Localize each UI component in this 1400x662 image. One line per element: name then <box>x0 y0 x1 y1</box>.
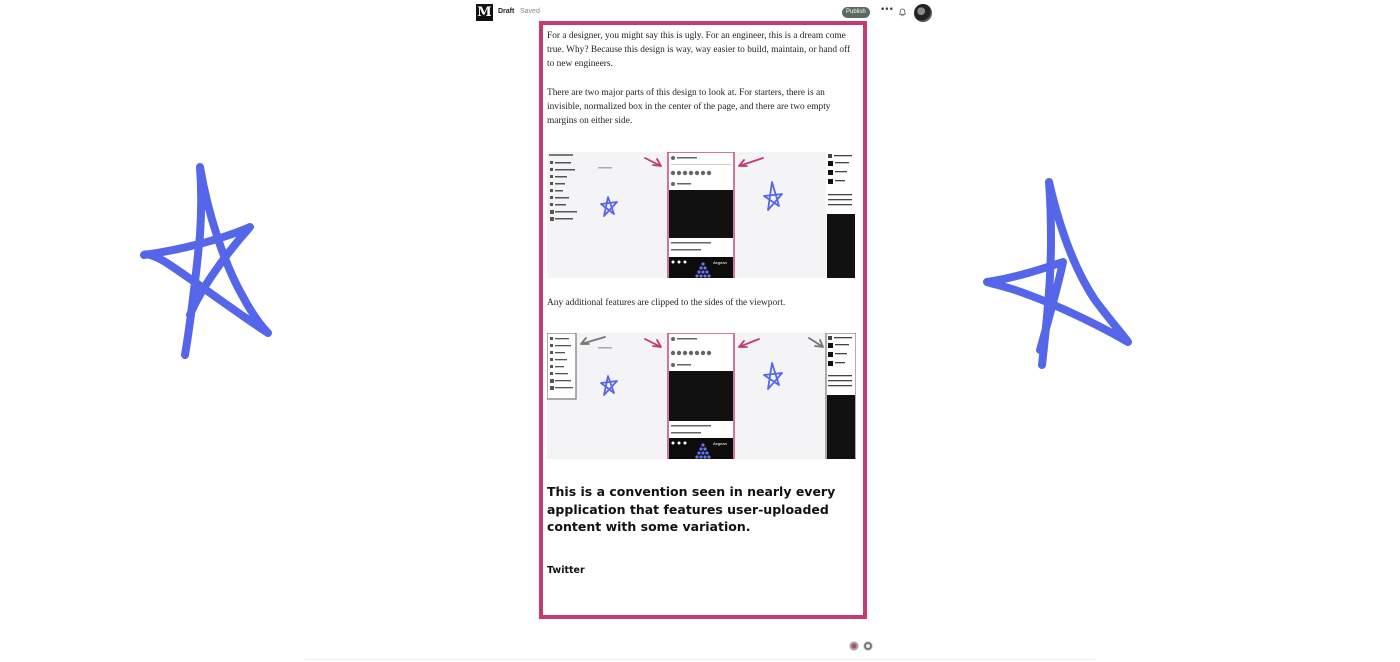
figure-1-caption: Aegean <box>713 260 727 265</box>
article-heading: This is a convention seen in nearly ever… <box>547 484 836 534</box>
layout-diagram-figure-2: Aegean <box>547 333 856 459</box>
editor-topbar: M Draft Saved Publish ••• <box>476 4 932 22</box>
publish-button[interactable]: Publish <box>842 7 870 18</box>
article-paragraph-3: Any additional features are clipped to t… <box>547 298 786 308</box>
bottom-divider <box>305 659 1095 660</box>
bell-icon[interactable] <box>898 8 907 17</box>
hand-drawn-star-right <box>983 178 1132 369</box>
article-subheading-twitter: Twitter <box>547 565 585 576</box>
collaborator-avatars <box>849 641 873 651</box>
medium-logo[interactable]: M <box>476 4 493 21</box>
article-paragraph-2: There are two major parts of this design… <box>547 88 831 126</box>
more-options-icon[interactable]: ••• <box>880 5 894 15</box>
saved-status: Saved <box>520 8 540 15</box>
draft-label: Draft <box>498 8 515 15</box>
avatar[interactable] <box>914 4 932 22</box>
hand-drawn-star-left <box>140 163 272 359</box>
figure-2-caption: Aegean <box>713 441 727 446</box>
layout-diagram-figure-1: Aegean <box>547 152 856 278</box>
article-paragraph-1: For a designer, you might say this is ug… <box>547 31 851 69</box>
